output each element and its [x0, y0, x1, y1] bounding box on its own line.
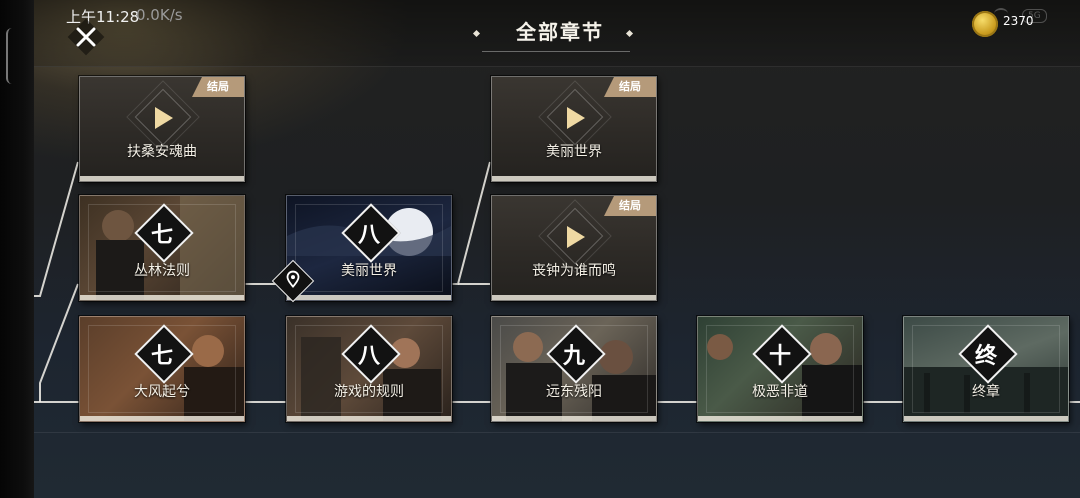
- chapter-card-meili[interactable]: 八 美丽世界: [286, 195, 452, 301]
- ending-card-meili[interactable]: 结局 美丽世界: [491, 76, 657, 182]
- chapter-title: 丧钟为谁而鸣: [532, 263, 616, 279]
- chapter-title: 极恶非道: [752, 384, 808, 400]
- chapter-card-yuandong[interactable]: 九 远东残阳: [491, 316, 657, 422]
- chapter-title: 远东残阳: [546, 384, 602, 400]
- ending-tag: 结局: [604, 77, 656, 97]
- chapter-title: 终章: [972, 384, 1000, 400]
- card-underline: [80, 295, 244, 300]
- card-underline: [492, 295, 656, 300]
- card-underline: [492, 416, 656, 421]
- chapter-number: 终: [974, 343, 997, 369]
- chapter-card-dafeng[interactable]: 七 大风起兮: [79, 316, 245, 422]
- chapter-title: 大风起兮: [134, 384, 190, 400]
- card-underline: [80, 176, 244, 181]
- play-icon: [567, 226, 585, 248]
- chapter-card-jie[interactable]: 十 极恶非道: [697, 316, 863, 422]
- ending-card-fusang[interactable]: 结局 扶桑安魂曲: [79, 76, 245, 182]
- chapter-number: 七: [150, 343, 173, 369]
- ending-tag: 结局: [192, 77, 244, 97]
- card-underline: [287, 416, 451, 421]
- chapter-number: 八: [357, 222, 380, 248]
- ending-tag: 结局: [604, 196, 656, 216]
- chapter-title: 美丽世界: [341, 263, 397, 279]
- chapter-number: 八: [357, 343, 380, 369]
- play-icon: [567, 107, 585, 129]
- card-underline: [492, 176, 656, 181]
- chapter-number: 十: [768, 343, 791, 369]
- location-pin-icon: [286, 270, 300, 288]
- chapter-card-youxi[interactable]: 八 游戏的规则: [286, 316, 452, 422]
- ending-card-sangzhong[interactable]: 结局 丧钟为谁而鸣: [491, 195, 657, 301]
- chapter-title: 美丽世界: [546, 144, 602, 160]
- play-icon: [155, 107, 173, 129]
- chapter-tree: 结局 扶桑安魂曲 结局 美丽世界 结局 丧钟为谁而鸣 七 丛林法则 八 美丽世界…: [0, 0, 1080, 498]
- card-underline: [287, 295, 451, 300]
- card-underline: [904, 416, 1068, 421]
- chapter-title: 游戏的规则: [334, 384, 404, 400]
- chapter-card-zhong[interactable]: 终 终章: [903, 316, 1069, 422]
- card-underline: [698, 416, 862, 421]
- card-underline: [80, 416, 244, 421]
- chapter-card-conglin[interactable]: 七 丛林法则: [79, 195, 245, 301]
- chapter-number: 七: [150, 222, 173, 248]
- chapter-title: 丛林法则: [134, 263, 190, 279]
- chapter-number: 九: [562, 343, 585, 369]
- chapter-title: 扶桑安魂曲: [127, 144, 197, 160]
